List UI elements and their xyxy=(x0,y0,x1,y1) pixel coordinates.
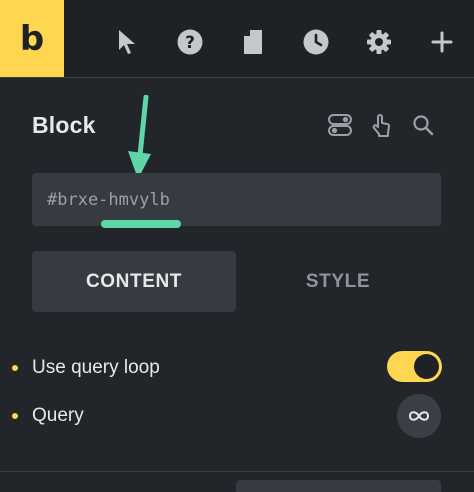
tab-content[interactable]: CONTENT xyxy=(32,251,236,312)
add-icon[interactable] xyxy=(429,29,455,55)
search-icon[interactable] xyxy=(411,113,435,137)
query-loop-toggle[interactable] xyxy=(387,351,442,382)
query-settings-button[interactable] xyxy=(397,394,441,438)
control-query: Query xyxy=(0,394,474,438)
settings-icon[interactable] xyxy=(366,29,392,55)
bottom-divider xyxy=(0,471,474,472)
tab-content-label: CONTENT xyxy=(85,270,183,292)
pointer-icon[interactable] xyxy=(114,29,140,55)
help-icon[interactable]: ? xyxy=(177,29,203,55)
toggle-conditions-icon[interactable] xyxy=(328,113,352,137)
css-id-value: #brxe-hmvylb xyxy=(47,189,170,210)
interactions-icon[interactable] xyxy=(370,113,394,137)
infinity-icon xyxy=(408,411,430,421)
control-bullet xyxy=(12,365,18,371)
history-icon[interactable] xyxy=(303,29,329,55)
tab-style[interactable]: STYLE xyxy=(236,251,440,312)
control-label: Query xyxy=(32,405,84,426)
css-id-field[interactable]: #brxe-hmvylb xyxy=(32,173,441,226)
annotation-underline xyxy=(101,220,181,228)
control-bullet xyxy=(12,413,18,419)
bricks-logo[interactable]: b xyxy=(0,0,64,77)
top-toolbar: b ? xyxy=(0,0,474,78)
toggle-knob xyxy=(414,354,439,379)
panel-title: Block xyxy=(32,112,96,138)
logo-letter: b xyxy=(19,18,45,59)
bottom-edge-element xyxy=(236,480,441,492)
page-icon[interactable] xyxy=(240,29,266,55)
control-label: Use query loop xyxy=(32,357,160,378)
svg-text:?: ? xyxy=(185,33,195,53)
control-use-query-loop: Use query loop xyxy=(0,349,474,389)
tab-style-label: STYLE xyxy=(305,270,371,292)
